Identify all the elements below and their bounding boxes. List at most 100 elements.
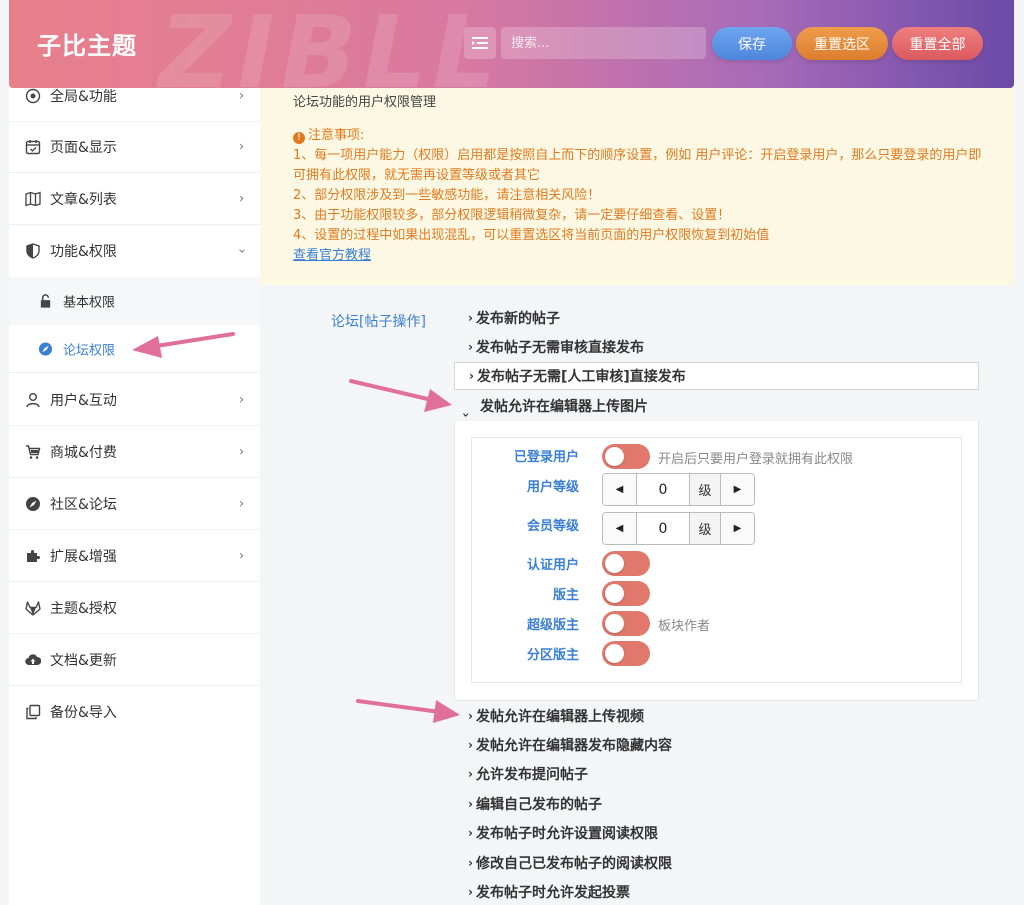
sidebar-item-label: 功能&权限: [50, 244, 117, 260]
chevron-right-icon: ›: [239, 548, 245, 563]
chevron-right-icon: ›: [468, 340, 473, 354]
sidebar-item-extension[interactable]: 扩展&增强 ›: [9, 530, 260, 582]
perm-row-publish-no-review[interactable]: › 发布帖子无需审核直接发布: [454, 333, 979, 361]
chevron-right-icon: ›: [468, 311, 473, 325]
sidebar-item-article[interactable]: 文章&列表 ›: [9, 173, 260, 225]
sidebar-item-label: 文档&更新: [50, 652, 117, 669]
reset-all-button[interactable]: 重置全部: [892, 27, 983, 60]
level-unit: 级: [690, 474, 721, 505]
chevron-right-icon: ›: [239, 392, 245, 407]
user-level-stepper[interactable]: ◀ 0 级 ▶: [602, 473, 755, 506]
list-icon: [472, 37, 488, 49]
calendar-icon: [25, 139, 41, 154]
notice-line: 3、由于功能权限较多，部分权限逻辑稍微复杂，请一定要仔细查看、设置！: [293, 208, 731, 223]
perm-row-vote[interactable]: › 发布帖子时允许发起投票: [454, 878, 979, 905]
perm-row-hidden-content[interactable]: › 发帖允许在编辑器发布隐藏内容: [454, 731, 979, 759]
notice-line: 4、设置的过程中如果出现混乱，可以重置选区将当前页面的用户权限恢复到初始值: [293, 228, 770, 243]
perm-row-upload-video[interactable]: › 发帖允许在编辑器上传视频: [454, 702, 979, 730]
increment-button[interactable]: ▶: [721, 474, 754, 505]
sidebar-item-community[interactable]: 社区&论坛 ›: [9, 478, 260, 530]
gitlab-icon: [25, 600, 41, 616]
perm-row-label: 允许发布提问帖子: [476, 767, 588, 783]
target-icon: [25, 88, 41, 103]
user-level-value[interactable]: 0: [636, 474, 690, 505]
perm-row-question-post[interactable]: › 允许发布提问帖子: [454, 760, 979, 788]
chevron-right-icon: ›: [468, 738, 473, 752]
sidebar-item-user[interactable]: 用户&互动 ›: [9, 374, 260, 426]
member-level-stepper[interactable]: ◀ 0 级 ▶: [602, 512, 755, 545]
copy-icon: [26, 704, 41, 720]
logged-in-user-toggle[interactable]: [602, 444, 650, 469]
notice-line: 2、部分权限涉及到一些敏感功能，请注意相关风险！: [293, 188, 601, 203]
chevron-right-icon: ›: [468, 885, 473, 899]
section-label: 论坛[帖子操作]: [331, 314, 426, 330]
upload-image-settings-panel: 已登录用户 开启后只要用户登录就拥有此权限 用户等级 ◀ 0 级 ▶ 会员等级 …: [454, 421, 979, 701]
sidebar-item-theme[interactable]: 主题&授权: [9, 582, 260, 634]
chevron-right-icon: ›: [468, 767, 473, 781]
sidebar-item-page[interactable]: 页面&显示 ›: [9, 121, 260, 173]
perm-row-label: 发帖允许在编辑器发布隐藏内容: [476, 738, 672, 754]
super-moderator-label: 超级版主: [526, 618, 579, 633]
super-moderator-hint: 板块作者: [658, 619, 711, 634]
sidebar-item-permission[interactable]: 功能&权限 ›: [9, 225, 260, 277]
arrow-to-upload-video: [356, 699, 460, 723]
puzzle-icon: [27, 549, 40, 562]
increment-button[interactable]: ▶: [721, 513, 754, 544]
perm-row-label: 发帖允许在编辑器上传图片: [480, 399, 648, 415]
perm-row-label: 发布帖子时允许设置阅读权限: [476, 826, 658, 842]
sidebar-subitem-basic-permission[interactable]: 基本权限: [9, 277, 260, 325]
sidebar-item-global[interactable]: 全局&功能 ›: [9, 70, 260, 122]
sidebar-subitem-forum-permission[interactable]: 论坛权限: [9, 325, 260, 373]
sidebar-item-backup[interactable]: 备份&导入: [9, 686, 260, 738]
lock-icon: [40, 294, 51, 308]
notice-heading: 注意事项:: [308, 128, 365, 143]
cart-icon: [26, 444, 41, 459]
chevron-right-icon: ›: [469, 369, 474, 383]
sidebar-item-docs[interactable]: 文档&更新: [9, 634, 260, 686]
perm-row-read-permission[interactable]: › 发布帖子时允许设置阅读权限: [454, 819, 979, 847]
reset-section-button[interactable]: 重置选区: [796, 27, 888, 60]
level-unit: 级: [690, 513, 721, 544]
perm-row-publish-no-manual-review[interactable]: › 发布帖子无需[人工审核]直接发布: [454, 362, 979, 390]
chevron-right-icon: ›: [239, 191, 245, 206]
arrow-to-upload-image: [349, 379, 452, 412]
decrement-button[interactable]: ◀: [603, 474, 636, 505]
search-input[interactable]: [501, 27, 706, 59]
sidebar-subitem-label: 论坛权限: [63, 343, 116, 358]
verified-user-toggle[interactable]: [602, 551, 650, 576]
compass-icon: [38, 341, 53, 356]
zone-moderator-label: 分区版主: [526, 648, 579, 663]
official-tutorial-link[interactable]: 查看官方教程: [293, 248, 371, 263]
sidebar-item-label: 主题&授权: [50, 600, 117, 617]
user-icon: [26, 392, 40, 407]
logged-in-user-label: 已登录用户: [513, 450, 579, 465]
sidebar-item-label: 扩展&增强: [50, 548, 117, 565]
super-moderator-toggle[interactable]: [602, 611, 650, 636]
chevron-right-icon: ›: [468, 856, 473, 870]
sidebar-item-shop[interactable]: 商城&付费 ›: [9, 426, 260, 478]
save-button[interactable]: 保存: [712, 27, 792, 60]
perm-row-publish-new[interactable]: › 发布新的帖子: [454, 304, 979, 332]
perm-row-edit-read-permission[interactable]: › 修改自己已发布帖子的阅读权限: [454, 849, 979, 877]
sidebar-item-label: 文章&列表: [50, 191, 117, 208]
sidebar-subitem-label: 基本权限: [63, 295, 116, 311]
member-level-label: 会员等级: [526, 519, 579, 534]
perm-row-upload-image[interactable]: › 发帖允许在编辑器上传图片: [454, 392, 979, 420]
chevron-right-icon: ›: [239, 139, 245, 154]
chevron-right-icon: ›: [239, 88, 245, 103]
perm-row-edit-own-post[interactable]: › 编辑自己发布的帖子: [454, 790, 979, 818]
zone-moderator-toggle[interactable]: [602, 641, 650, 666]
moderator-toggle[interactable]: [602, 581, 650, 606]
chevron-down-icon: ›: [459, 412, 473, 418]
perm-row-label: 发布新的帖子: [476, 311, 560, 327]
perm-row-label: 发布帖子无需审核直接发布: [476, 340, 644, 356]
chevron-down-icon: ›: [234, 248, 250, 254]
user-level-label: 用户等级: [526, 480, 579, 495]
member-level-value[interactable]: 0: [636, 513, 690, 544]
chevron-right-icon: ›: [239, 496, 245, 511]
warning-icon: !: [293, 132, 305, 144]
decrement-button[interactable]: ◀: [603, 513, 636, 544]
menu-toggle-button[interactable]: [464, 27, 496, 59]
sidebar-item-label: 页面&显示: [50, 139, 117, 156]
map-icon: [25, 191, 41, 206]
